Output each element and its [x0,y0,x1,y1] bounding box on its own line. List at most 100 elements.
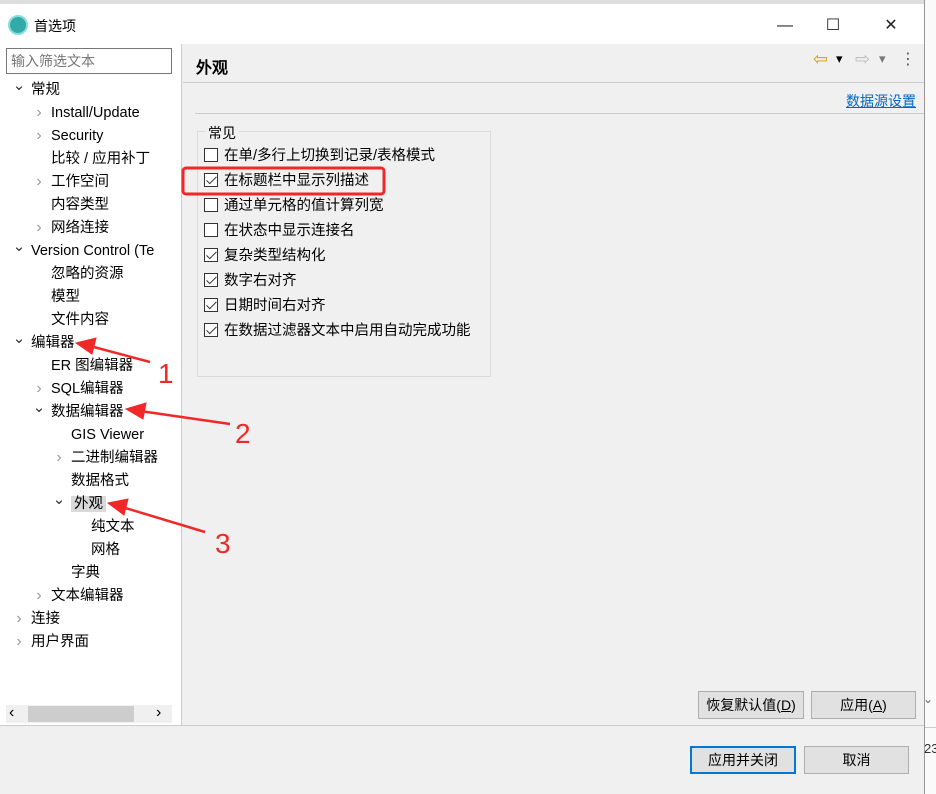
checkbox-unchecked-icon[interactable] [204,198,218,212]
option-checkbox[interactable]: 日期时间右对齐 [204,295,326,317]
shortcut: A [872,697,883,713]
restore-defaults-button[interactable]: 恢复默认值(D) [698,691,804,719]
option-label: 复杂类型结构化 [224,248,326,264]
tree-item[interactable]: 内容类型 [51,194,109,216]
chevron-right-icon[interactable]: › [32,125,46,147]
horizontal-scrollbar[interactable]: ‹ › [6,705,172,723]
divider [925,727,936,728]
scroll-right-icon[interactable]: › [156,705,161,721]
forward-arrow-icon[interactable]: ⇨ [855,49,870,70]
tree-item-label: 常规 [31,82,60,98]
preference-tree-pane: ⌄常规›Install/Update›Security比较 / 应用补丁›工作空… [0,44,182,725]
tree-item-label: 网络连接 [51,220,109,236]
chevron-right-icon[interactable]: › [32,217,46,239]
tree-item-label: 用户界面 [31,634,89,650]
checkbox-unchecked-icon[interactable] [204,223,218,237]
label: 恢复默认值( [706,697,781,713]
checkbox-unchecked-icon[interactable] [204,148,218,162]
tree-item-label: Security [51,128,104,144]
tree-item-label: 工作空间 [51,174,109,190]
tree-item-label: 字典 [71,565,100,581]
chevron-right-icon[interactable]: › [52,447,66,469]
tree-item[interactable]: 字典 [71,562,100,584]
tree-item[interactable]: ⌄ 数据编辑器 [33,399,124,423]
option-checkbox[interactable]: 在标题栏中显示列描述 [204,170,369,192]
checkbox-checked-icon[interactable] [204,173,218,187]
option-checkbox[interactable]: 数字右对齐 [204,270,297,292]
option-label: 日期时间右对齐 [224,298,326,314]
option-checkbox[interactable]: 在状态中显示连接名 [204,220,355,242]
tree-item[interactable]: › 文本编辑器 [36,585,124,607]
filter-input[interactable] [6,48,172,74]
view-menu-icon[interactable]: ⋮ [900,49,916,69]
tree-item[interactable]: ER 图编辑器 [51,355,133,377]
close-button[interactable]: ✕ [868,8,914,44]
tree-item[interactable]: › 二进制编辑器 [56,447,158,469]
label: 应用( [840,697,873,713]
chevron-right-icon[interactable]: › [32,585,46,607]
chevron-right-icon[interactable]: › [32,171,46,193]
chevron-down-icon[interactable]: ⌄ [52,489,66,511]
tree-item[interactable]: › Install/Update [36,102,140,124]
tree-item-label: 内容类型 [51,197,109,213]
tree-item[interactable]: › SQL编辑器 [36,378,123,400]
tree-item[interactable]: 文件内容 [51,309,109,331]
tree-item[interactable]: 忽略的资源 [51,263,124,285]
chevron-right-icon[interactable]: › [12,631,26,653]
tree-item-label: Install/Update [51,105,140,121]
datasource-settings-link[interactable]: 数据源设置 [846,91,916,111]
option-checkbox[interactable]: 复杂类型结构化 [204,245,326,267]
tree-item-label: 文件内容 [51,312,109,328]
tree-item[interactable]: › 工作空间 [36,171,109,193]
apply-button[interactable]: 应用(A) [811,691,916,719]
tree-item[interactable]: ⌄ 编辑器 [13,330,75,354]
option-label: 在单/多行上切换到记录/表格模式 [224,148,436,164]
cancel-button[interactable]: 取消 [804,746,909,774]
chevron-down-icon[interactable]: ⌄ [32,397,46,419]
tree-item[interactable]: › 用户界面 [16,631,89,653]
option-checkbox[interactable]: 通过单元格的值计算列宽 [204,195,384,217]
scroll-left-icon[interactable]: ‹ [9,705,14,721]
label: ) [882,697,887,713]
background-text: 23 [924,741,936,756]
shortcut: D [780,697,792,713]
tree-item-label: 文本编辑器 [51,588,124,604]
checkbox-checked-icon[interactable] [204,323,218,337]
forward-dropdown-icon[interactable]: ▾ [879,51,886,67]
tree-item[interactable]: 数据格式 [71,470,129,492]
maximize-button[interactable]: ☐ [810,8,856,44]
chevron-down-icon[interactable]: ⌄ [12,328,26,350]
tree-item[interactable]: ⌄ 外观 [53,491,106,515]
tree-item[interactable]: ⌄ Version Control (Te [13,238,155,262]
tree-item[interactable]: ⌄ 常规 [13,77,60,101]
chevron-down-icon[interactable]: ⌄ [12,236,26,258]
tree-item[interactable]: 纯文本 [91,516,135,538]
tree-item[interactable]: 网格 [91,539,120,561]
checkbox-checked-icon[interactable] [204,248,218,262]
chevron-down-icon[interactable]: ⌄ [12,75,26,97]
tree-item[interactable]: GIS Viewer [71,424,144,446]
scrollbar-thumb[interactable] [28,706,134,722]
tree-item[interactable]: › Security [36,125,104,147]
apply-and-close-button[interactable]: 应用并关闭 [690,746,796,774]
group-label: 常见 [206,123,238,143]
tree-item-label: 二进制编辑器 [71,450,158,466]
tree-item[interactable]: › 连接 [16,608,60,630]
chevron-right-icon[interactable]: › [32,102,46,124]
back-dropdown-icon[interactable]: ▾ [836,51,843,67]
option-checkbox[interactable]: 在数据过滤器文本中启用自动完成功能 [204,320,471,342]
tree-item[interactable]: 模型 [51,286,80,308]
back-arrow-icon[interactable]: ⇦ [813,49,828,70]
minimize-button[interactable]: — [762,8,808,44]
chevron-right-icon[interactable]: › [12,608,26,630]
tree-item[interactable]: › 网络连接 [36,217,109,239]
divider [195,113,924,114]
tree-item[interactable]: 比较 / 应用补丁 [51,148,150,170]
option-label: 数字右对齐 [224,273,297,289]
option-checkbox[interactable]: 在单/多行上切换到记录/表格模式 [204,145,435,167]
checkbox-checked-icon[interactable] [204,298,218,312]
checkbox-checked-icon[interactable] [204,273,218,287]
tree-item-label: ER 图编辑器 [51,358,134,374]
page-title: 外观 [196,60,229,77]
tree-item-label: 连接 [31,611,60,627]
